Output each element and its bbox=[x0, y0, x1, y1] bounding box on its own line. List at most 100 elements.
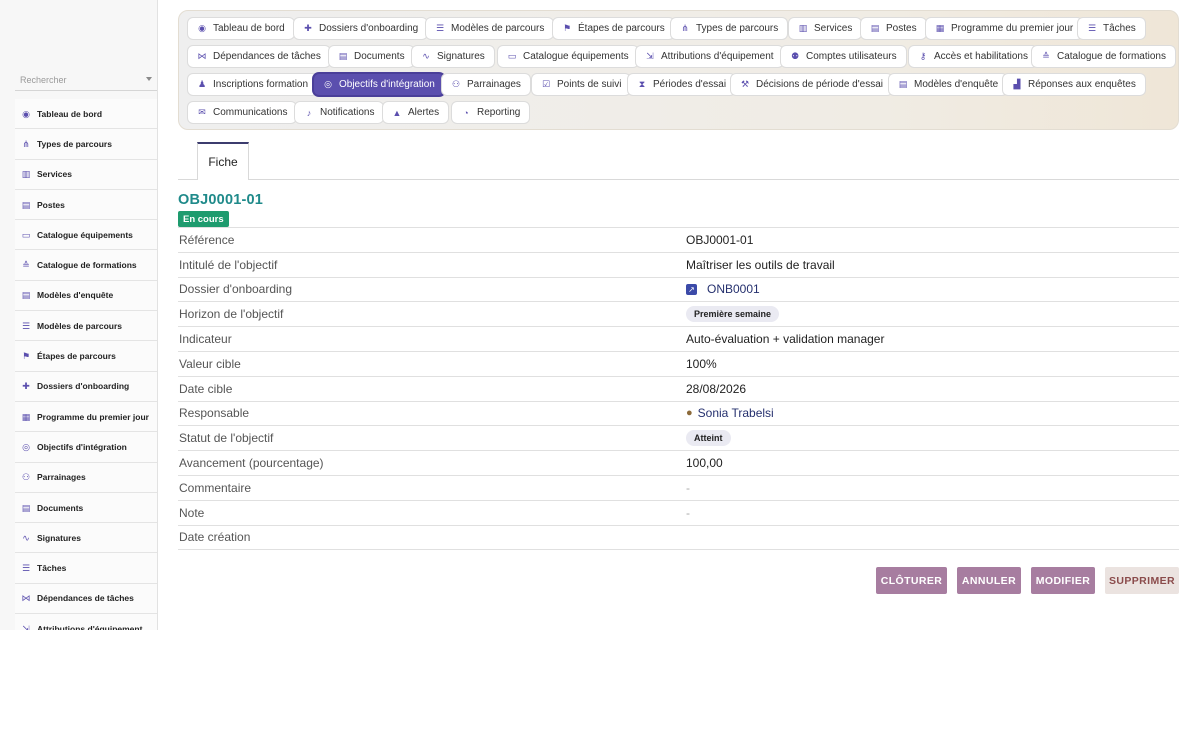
cancel-button[interactable]: ANNULER bbox=[957, 567, 1021, 594]
sidebar-item-catalogue-equipements[interactable]: ▭ Catalogue équipements bbox=[15, 220, 157, 251]
module-chip-signatures[interactable]: ∿ Signatures bbox=[411, 45, 495, 68]
link-text[interactable]: ONB0001 bbox=[707, 282, 760, 296]
sidebar-search[interactable] bbox=[15, 69, 157, 91]
search-input[interactable] bbox=[20, 74, 130, 85]
module-chip-etapes-de-parcours[interactable]: ⚑ Étapes de parcours bbox=[552, 17, 675, 40]
field-value: Atteint bbox=[686, 430, 731, 447]
sidebar-item-modeles-d-enquete[interactable]: ▤ Modèles d'enquête bbox=[15, 280, 157, 312]
sidebar-item-parrainages[interactable]: ⚇ Parrainages bbox=[15, 462, 157, 493]
module-chip-catalogue-de-formations[interactable]: ≙ Catalogue de formations bbox=[1031, 45, 1176, 68]
module-chip-reporting[interactable]: ◔ Reporting bbox=[451, 101, 531, 124]
sidebar-item-services[interactable]: ▥ Services bbox=[15, 159, 157, 190]
module-chip-programme-du-premier-jour[interactable]: ▦ Programme du premier jour bbox=[925, 17, 1084, 40]
module-chip-label: Reporting bbox=[477, 107, 521, 118]
sidebar-item-label: Postes bbox=[37, 199, 65, 210]
field-row-reference: Référence OBJ0001-01 bbox=[178, 228, 1179, 253]
sidebar-item-programme-du-premier-jour[interactable]: ▦ Programme du premier jour bbox=[15, 401, 157, 433]
close-record-button[interactable]: CLÔTURER bbox=[876, 567, 947, 594]
module-chip-documents[interactable]: ▤ Documents bbox=[328, 45, 415, 68]
bell-icon: ♪ bbox=[306, 107, 312, 118]
field-row-dossier-d-onboarding: Dossier d'onboarding ↗ ONB0001 bbox=[178, 278, 1179, 303]
sidebar-item-modeles-de-parcours[interactable]: ☰ Modèles de parcours bbox=[15, 311, 157, 342]
sidebar-item-attributions-d-equipement[interactable]: ⇲ Attributions d'équipement bbox=[15, 614, 157, 630]
module-chip-modeles-de-parcours[interactable]: ☰ Modèles de parcours bbox=[425, 17, 555, 40]
module-chip-types-de-parcours[interactable]: ⋔ Types de parcours bbox=[670, 17, 789, 40]
module-chip-label: Programme du premier jour bbox=[951, 23, 1074, 34]
users-icon: ⚇ bbox=[21, 472, 31, 483]
module-chip-tableau-de-bord[interactable]: ◉ Tableau de bord bbox=[187, 17, 295, 40]
module-chip-inscriptions-formation[interactable]: ♟ Inscriptions formation bbox=[187, 73, 319, 96]
diagram-icon: ⋈ bbox=[197, 51, 207, 61]
module-chip-label: Comptes utilisateurs bbox=[806, 51, 897, 62]
module-chip-attributions-d-equipement[interactable]: ⇲ Attributions d'équipement bbox=[635, 45, 784, 68]
delete-button[interactable]: SUPPRIMER bbox=[1105, 567, 1179, 594]
clipboard-icon: ▤ bbox=[21, 290, 31, 301]
module-chip-acces-et-habilitations[interactable]: ⚷ Accès et habilitations bbox=[908, 45, 1038, 68]
sidebar-item-label: Modèles de parcours bbox=[37, 320, 123, 331]
sidebar-item-documents[interactable]: ▤ Documents bbox=[15, 492, 157, 524]
sidebar-item-label: Catalogue équipements bbox=[37, 229, 133, 240]
sidebar-item-taches[interactable]: ☰ Tâches bbox=[15, 553, 157, 584]
module-chip-objectifs-d-integration[interactable]: ◎ Objectifs d'intégration bbox=[313, 73, 445, 96]
field-label: Valeur cible bbox=[179, 356, 241, 371]
sidebar-item-types-de-parcours[interactable]: ⋔ Types de parcours bbox=[15, 129, 157, 160]
checklist-icon: ☑ bbox=[541, 79, 551, 89]
module-chip-postes[interactable]: ▤ Postes bbox=[860, 17, 927, 40]
list-icon: ☰ bbox=[1087, 23, 1097, 33]
sitemap-icon: ⋔ bbox=[22, 138, 30, 149]
laptop-icon: ▭ bbox=[21, 229, 31, 240]
module-chip-label: Modèles de parcours bbox=[451, 23, 545, 34]
sidebar-item-label: Catalogue de formations bbox=[37, 260, 137, 271]
module-chip-reponses-aux-enquetes[interactable]: ▟ Réponses aux enquêtes bbox=[1002, 73, 1146, 96]
value-pill: Première semaine bbox=[686, 306, 780, 323]
module-chip-points-de-suivi[interactable]: ☑ Points de suivi bbox=[531, 73, 632, 96]
sidebar-item-label: Étapes de parcours bbox=[37, 351, 116, 362]
module-chip-catalogue-equipements[interactable]: ▭ Catalogue équipements bbox=[497, 45, 639, 68]
sidebar-item-postes[interactable]: ▤ Postes bbox=[15, 189, 157, 221]
user-tie-icon: ♟ bbox=[197, 79, 207, 89]
responsible-person-link[interactable]: ● Sonia Trabelsi bbox=[686, 406, 774, 420]
module-chip-label: Modèles d'enquête bbox=[914, 79, 999, 90]
field-row-statut-de-l-objectif: Statut de l'objectif Atteint bbox=[178, 426, 1179, 452]
module-chip-taches[interactable]: ☰ Tâches bbox=[1077, 17, 1146, 40]
calendar-icon: ▦ bbox=[935, 23, 945, 33]
sidebar-item-objectifs-d-integration[interactable]: ◎ Objectifs d'intégration bbox=[15, 432, 157, 463]
module-chip-parrainages[interactable]: ⚇ Parrainages bbox=[441, 73, 531, 96]
sidebar-item-etapes-de-parcours[interactable]: ⚑ Étapes de parcours bbox=[15, 341, 157, 372]
module-chip-services[interactable]: ▥ Services bbox=[788, 17, 863, 40]
module-chip-label: Catalogue équipements bbox=[523, 51, 629, 62]
chevron-down-icon[interactable] bbox=[146, 77, 152, 81]
record-title: OBJ0001-01 bbox=[178, 192, 264, 208]
sidebar-item-dependances-de-taches[interactable]: ⋈ Dépendances de tâches bbox=[15, 583, 157, 615]
module-chip-periodes-d-essai[interactable]: ⧗ Périodes d'essai bbox=[627, 73, 737, 96]
module-chip-communications[interactable]: ✉ Communications bbox=[187, 101, 298, 124]
module-chip-label: Accès et habilitations bbox=[934, 51, 1028, 62]
module-chip-comptes-utilisateurs[interactable]: ⚉ Comptes utilisateurs bbox=[780, 45, 907, 68]
onboarding-record-link[interactable]: ↗ ONB0001 bbox=[686, 282, 760, 296]
sidebar-item-dossiers-d-onboarding[interactable]: ✚ Dossiers d'onboarding bbox=[15, 371, 157, 402]
sidebar-item-signatures[interactable]: ∿ Signatures bbox=[15, 523, 157, 554]
tab-fiche[interactable]: Fiche bbox=[197, 142, 249, 180]
signpost-icon: ☰ bbox=[435, 23, 445, 33]
module-chip-decisions-de-periode-d-essai[interactable]: ⚒ Décisions de période d'essai bbox=[730, 73, 893, 96]
field-label: Date cible bbox=[179, 381, 233, 396]
field-value: 28/08/2026 bbox=[686, 381, 747, 396]
module-chip-dossiers-d-onboarding[interactable]: ✚ Dossiers d'onboarding bbox=[293, 17, 429, 40]
module-chip-alertes[interactable]: ▲ Alertes bbox=[382, 101, 450, 124]
field-row-commentaire: Commentaire - bbox=[178, 476, 1179, 501]
module-chip-notifications[interactable]: ♪ Notifications bbox=[294, 101, 385, 124]
id-badge-icon: ▤ bbox=[870, 23, 880, 33]
field-row-valeur-cible: Valeur cible 100% bbox=[178, 352, 1179, 377]
sidebar-item-tableau-de-bord[interactable]: ◉ Tableau de bord bbox=[15, 99, 157, 130]
module-chip-label: Parrainages bbox=[467, 79, 521, 90]
field-value: - bbox=[686, 505, 690, 520]
module-chip-label: Communications bbox=[213, 107, 288, 118]
module-chip-modeles-d-enquete[interactable]: ▤ Modèles d'enquête bbox=[888, 73, 1009, 96]
flag-icon: ⚑ bbox=[562, 23, 572, 33]
link-text[interactable]: Sonia Trabelsi bbox=[698, 406, 774, 420]
module-chip-dependances-de-taches[interactable]: ⋈ Dépendances de tâches bbox=[187, 45, 331, 68]
edit-button[interactable]: MODIFIER bbox=[1031, 567, 1095, 594]
tab-bar: Fiche bbox=[178, 142, 1179, 180]
user-icon: ● bbox=[686, 407, 693, 420]
sidebar-item-catalogue-de-formations[interactable]: ≙ Catalogue de formations bbox=[15, 250, 157, 281]
